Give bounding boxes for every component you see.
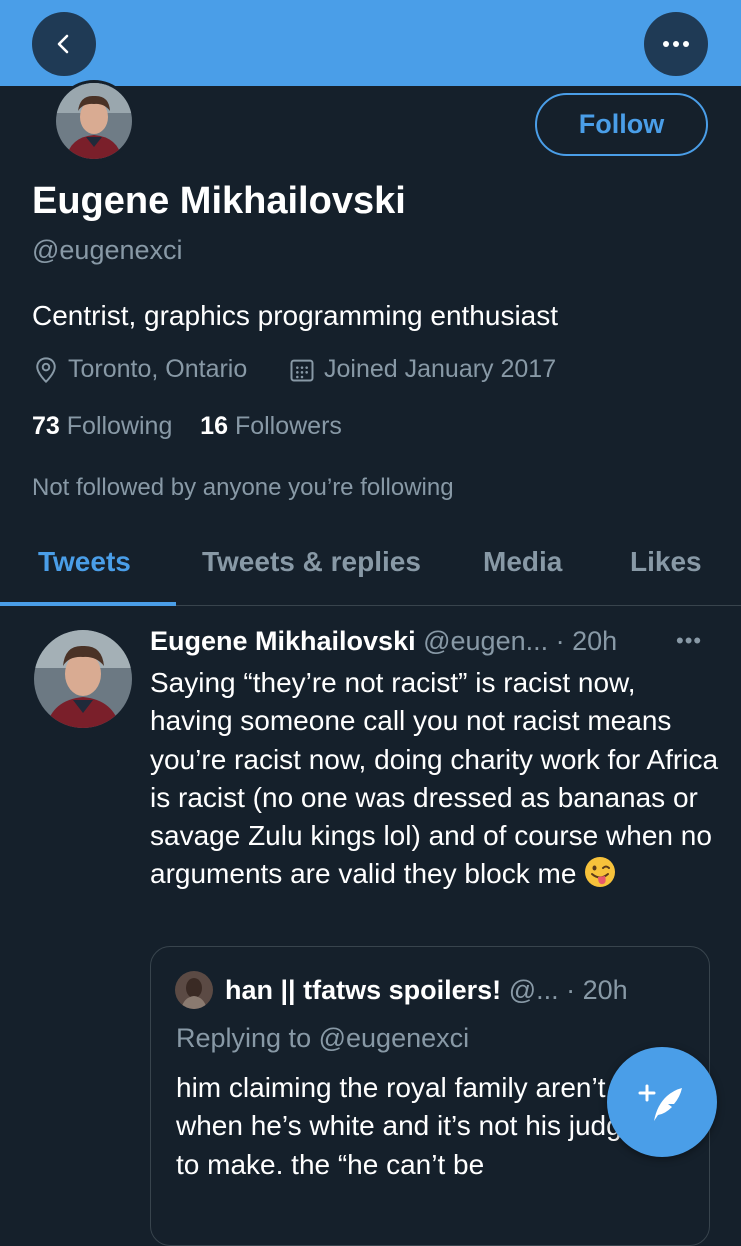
more-horizontal-icon: ••• (676, 628, 703, 653)
profile-avatar[interactable] (53, 80, 135, 162)
quoted-header: han || tfatws spoilers! @... · 20h (225, 975, 628, 1006)
replying-prefix: Replying to (176, 1023, 312, 1053)
followers-label: Followers (234, 412, 342, 440)
profile-joined: Joined January 2017 (288, 355, 556, 384)
quoted-time: · 20h (566, 975, 628, 1005)
profile-name: Eugene Mikhailovski (32, 180, 406, 222)
quoted-author-photo (175, 971, 213, 1009)
tweet-more-button[interactable]: ••• (676, 628, 702, 654)
profile-bio: Centrist, graphics programming enthusias… (32, 300, 559, 331)
follow-button[interactable]: Follow (535, 93, 708, 156)
not-followed-note: Not followed by anyone you’re following (32, 474, 454, 501)
following-label: Following (66, 412, 173, 440)
profile-photo (56, 83, 132, 159)
tweet-author-photo (34, 630, 132, 728)
tweet-avatar[interactable] (34, 630, 132, 728)
followers-count: 16 (200, 412, 228, 440)
tab-media[interactable]: Media (483, 546, 562, 578)
profile-location: Toronto, Ontario (32, 355, 247, 384)
replying-handle[interactable]: @eugenexci (319, 1023, 470, 1053)
quoted-replying-to: Replying to @eugenexci (176, 1023, 469, 1054)
chevron-left-icon (57, 34, 69, 54)
tweet-text: Saying “they’re not racist” is racist no… (150, 667, 719, 890)
following-count: 73 (32, 412, 60, 440)
tab-tweets-replies[interactable]: Tweets & replies (202, 546, 421, 578)
tweet-time[interactable]: · 20h (556, 626, 618, 656)
top-bar (0, 0, 741, 86)
tongue-out-face-emoji (585, 857, 616, 888)
profile-handle: @eugenexci (32, 235, 183, 265)
tab-tweets[interactable]: Tweets (38, 546, 131, 578)
following-link[interactable]: 73 Following (32, 412, 172, 440)
location-text: Toronto, Ontario (68, 355, 248, 383)
followers-link[interactable]: 16 Followers (200, 412, 342, 440)
profile-tabs: Tweets Tweets & replies Media Likes (0, 520, 741, 606)
location-pin-icon (36, 356, 56, 383)
joined-text: Joined January 2017 (324, 355, 557, 383)
back-button[interactable] (32, 12, 96, 76)
compose-tweet-button[interactable] (607, 1047, 717, 1157)
follow-counts: 73 Following 16 Followers (32, 412, 342, 441)
tweet-body: Saying “they’re not racist” is racist no… (150, 664, 725, 894)
quoted-avatar (175, 971, 213, 1009)
calendar-icon (290, 359, 314, 381)
tweet-author-name[interactable]: Eugene Mikhailovski (150, 626, 416, 656)
quoted-author-handle: @... (508, 975, 559, 1005)
active-tab-indicator (0, 602, 176, 606)
more-options-button[interactable] (644, 12, 708, 76)
tweet-header: Eugene Mikhailovski @eugen... · 20h (150, 626, 617, 657)
quoted-author-name: han || tfatws spoilers! (225, 975, 502, 1005)
compose-tweet-icon (638, 1084, 682, 1121)
tweet-author-handle: @eugen... (423, 626, 549, 656)
tab-likes[interactable]: Likes (630, 546, 702, 578)
more-horizontal-icon (663, 41, 689, 47)
